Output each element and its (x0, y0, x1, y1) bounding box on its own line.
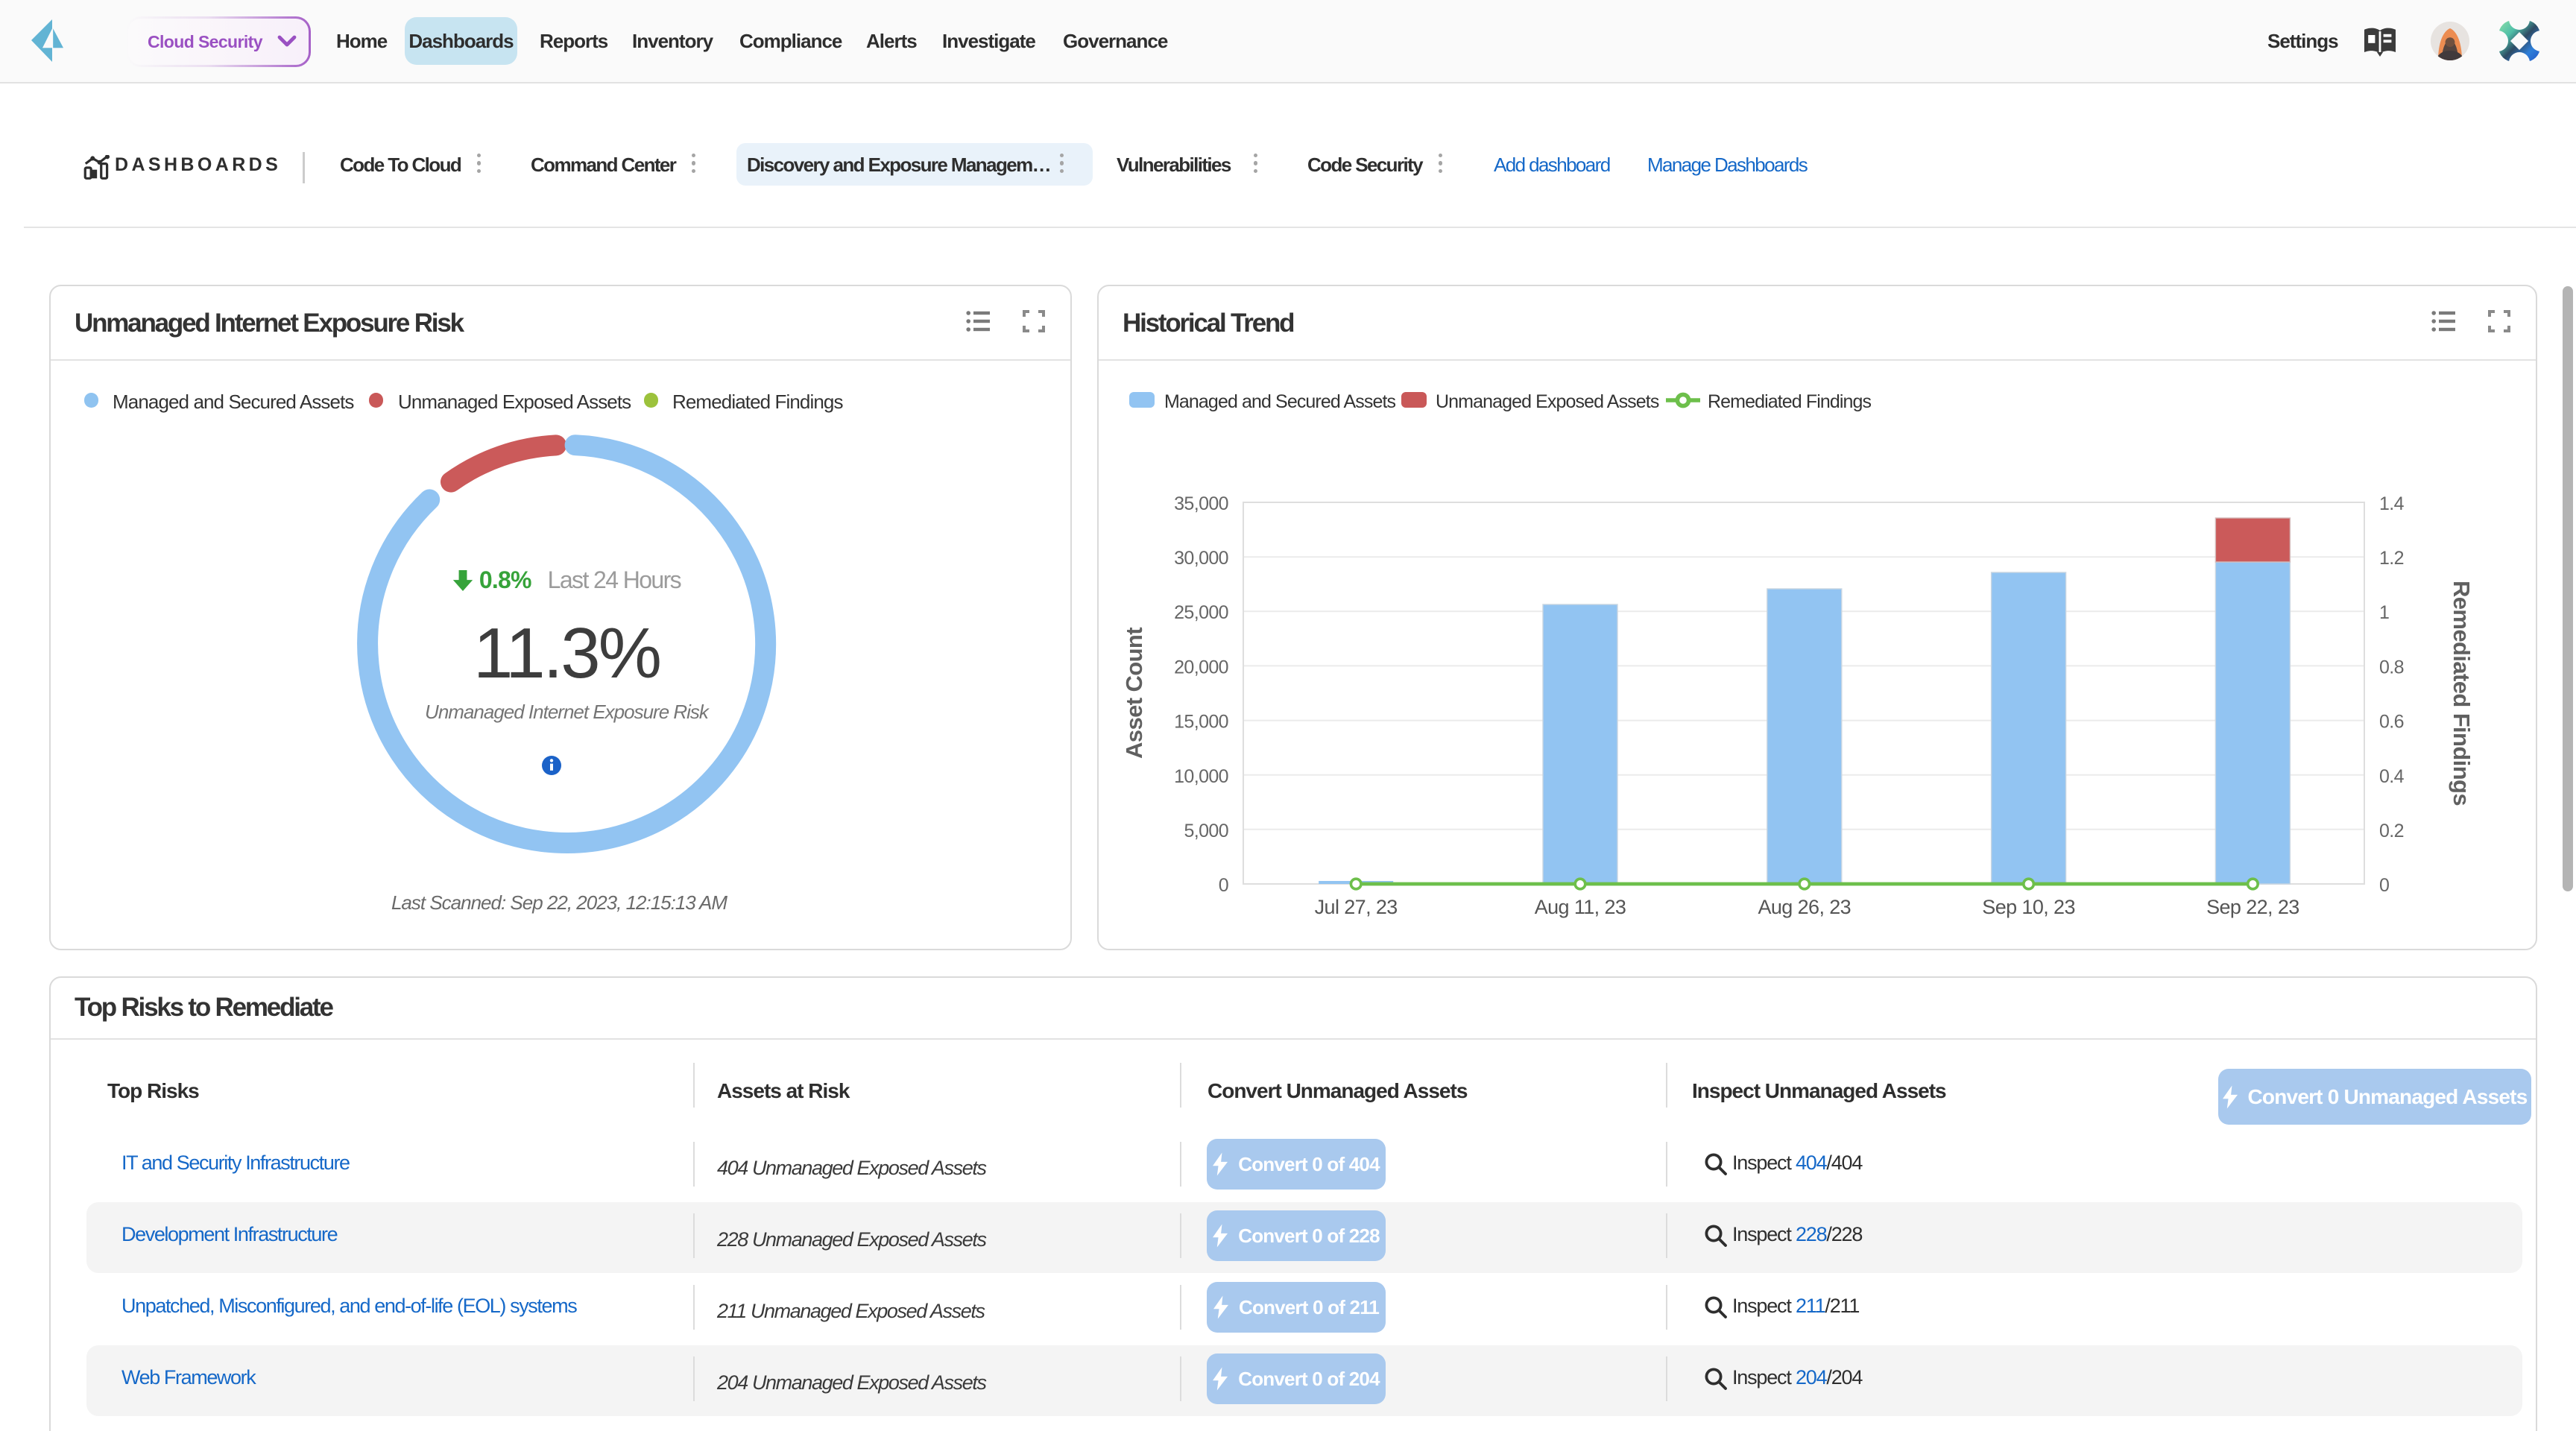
svg-text:15,000: 15,000 (1174, 712, 1228, 733)
svg-text:Remediated Findings: Remediated Findings (2449, 581, 2475, 806)
svg-text:20,000: 20,000 (1174, 657, 1228, 677)
svg-text:Sep 22, 23: Sep 22, 23 (2206, 896, 2299, 918)
svg-text:Aug 26, 23: Aug 26, 23 (1758, 896, 1851, 918)
svg-text:Sep 10, 23: Sep 10, 23 (1982, 896, 2075, 918)
svg-text:1: 1 (2379, 602, 2389, 623)
svg-text:0: 0 (1219, 875, 1228, 896)
svg-text:0: 0 (2379, 875, 2389, 896)
svg-text:35,000: 35,000 (1174, 493, 1228, 514)
svg-text:Asset Count: Asset Count (1121, 628, 1147, 759)
svg-text:0.2: 0.2 (2379, 821, 2404, 841)
svg-text:Jul 27, 23: Jul 27, 23 (1315, 896, 1398, 918)
svg-text:30,000: 30,000 (1174, 548, 1228, 569)
svg-text:1.4: 1.4 (2379, 493, 2405, 514)
svg-text:25,000: 25,000 (1174, 602, 1228, 623)
svg-text:0.6: 0.6 (2379, 712, 2404, 733)
svg-text:5,000: 5,000 (1184, 821, 1228, 841)
svg-text:Aug 11, 23: Aug 11, 23 (1535, 896, 1626, 918)
svg-text:0.8: 0.8 (2379, 657, 2404, 677)
svg-text:10,000: 10,000 (1174, 766, 1228, 787)
svg-text:0.4: 0.4 (2379, 766, 2405, 787)
svg-text:1.2: 1.2 (2379, 548, 2404, 569)
